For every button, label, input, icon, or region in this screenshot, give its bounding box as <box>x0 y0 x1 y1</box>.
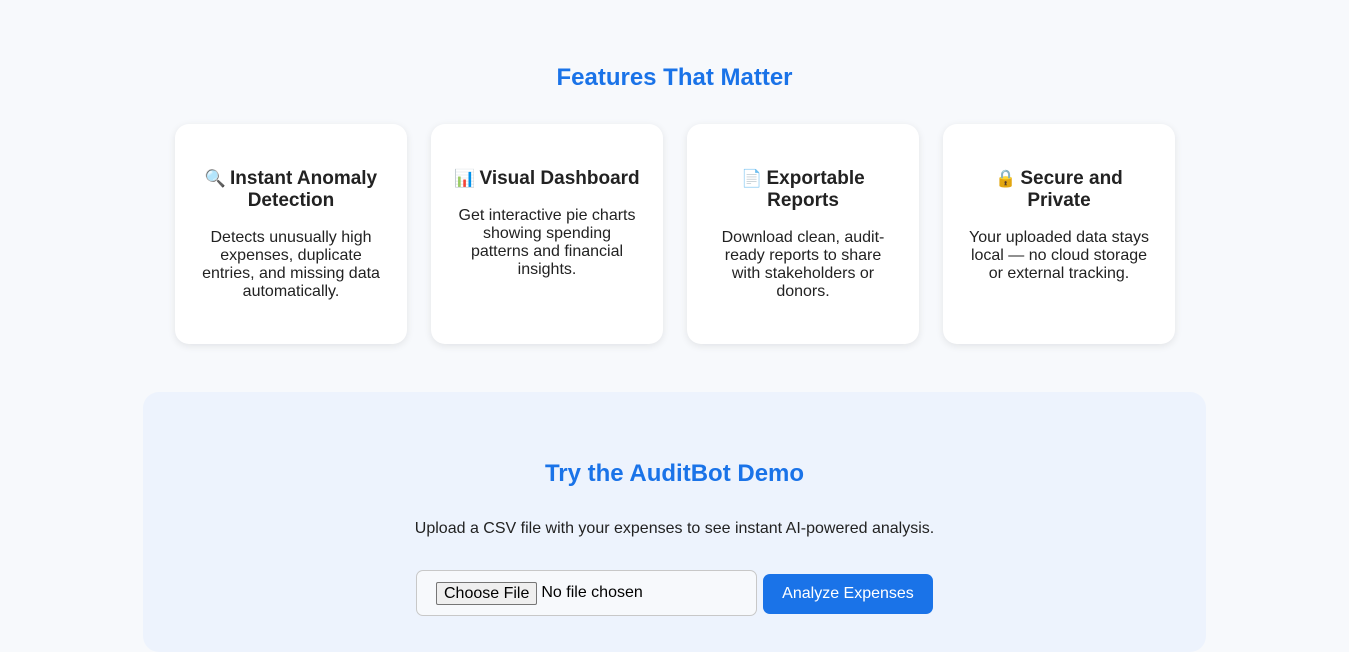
demo-description: Upload a CSV file with your expenses to … <box>414 520 935 537</box>
feature-card-title-text: Secure and Private <box>1020 168 1123 211</box>
features-section: Features That Matter 🔍 Instant Anomaly De… <box>0 0 1349 392</box>
feature-card-anomaly-detection: 🔍 Instant Anomaly Detection Detects unusu… <box>175 124 407 344</box>
feature-card-description: Detects unusually high expenses, duplica… <box>202 229 380 300</box>
magnifying-glass-icon: 🔍 <box>204 169 227 188</box>
feature-card-title: 🔒 Secure and Private <box>965 168 1153 212</box>
choose-file-button[interactable]: Choose File <box>436 581 538 605</box>
feature-card-title-text: Exportable Reports <box>766 168 865 211</box>
feature-card-title: 📊 Visual Dashboard <box>453 168 641 190</box>
demo-heading: Try the AuditBot Demo <box>544 460 805 487</box>
bar-chart-icon: 📊 <box>454 169 476 188</box>
file-status-text: No file chosen <box>541 584 643 601</box>
analyze-expenses-button[interactable]: Analyze Expenses <box>763 574 933 614</box>
feature-cards: 🔍 Instant Anomaly Detection Detects unusu… <box>175 124 1175 344</box>
feature-card-title-text: Instant Anomaly Detection <box>230 168 378 211</box>
feature-card-title: 📄 Exportable Reports <box>709 168 897 212</box>
feature-card-title: 🔍 Instant Anomaly Detection <box>197 168 385 212</box>
demo-section: Try the AuditBot Demo Upload a CSV file … <box>143 392 1206 652</box>
feature-card-visual-dashboard: 📊 Visual Dashboard Get interactive pie ch… <box>431 124 663 344</box>
feature-card-description: Download clean, audit-ready reports to s… <box>721 229 885 300</box>
features-heading: Features That Matter <box>556 64 793 91</box>
document-icon: 📄 <box>741 169 763 188</box>
feature-card-description: Get interactive pie charts showing spend… <box>458 207 636 278</box>
feature-card-exportable-reports: 📄 Exportable Reports Download clean, audi… <box>687 124 919 344</box>
csv-file-input[interactable]: Choose File No file chosen <box>416 570 757 616</box>
feature-card-secure-private: 🔒 Secure and Private Your uploaded data s… <box>943 124 1175 344</box>
feature-card-title-text: Visual Dashboard <box>479 168 640 189</box>
lock-icon: 🔒 <box>995 169 1017 188</box>
feature-card-description: Your uploaded data stays local — no clou… <box>969 229 1149 282</box>
